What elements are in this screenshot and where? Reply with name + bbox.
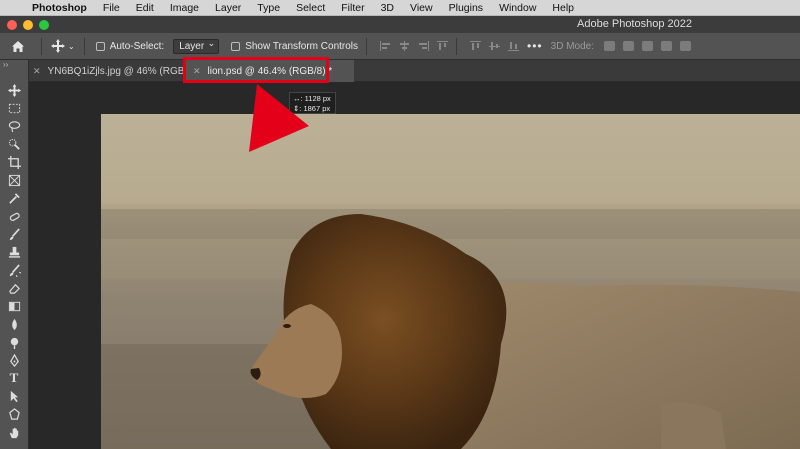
auto-select-target-dropdown[interactable]: Layer	[173, 38, 220, 54]
chevron-down-icon: ⌄	[68, 41, 75, 51]
path-selection-icon[interactable]	[4, 388, 24, 404]
zoom-window-button[interactable]	[39, 19, 49, 30]
menu-edit[interactable]: Edit	[128, 2, 162, 14]
align-right-icon[interactable]	[418, 41, 430, 51]
align-center-icon[interactable]	[399, 41, 410, 51]
3d-slide-icon[interactable]	[661, 41, 672, 51]
menu-view[interactable]: View	[402, 2, 441, 14]
dodge-icon[interactable]	[4, 334, 24, 350]
3d-roll-icon[interactable]	[623, 41, 634, 51]
rectangular-marquee-icon[interactable]	[4, 100, 24, 116]
show-transform-controls-label: Show Transform Controls	[245, 40, 359, 52]
lasso-icon[interactable]	[4, 118, 24, 134]
move-tool-preset-picker[interactable]: ⌄	[51, 39, 75, 53]
pen-icon[interactable]	[4, 352, 24, 368]
menu-file[interactable]: File	[95, 2, 128, 14]
tools-panel: ›› T	[0, 60, 29, 449]
menu-layer[interactable]: Layer	[207, 2, 249, 14]
blur-icon[interactable]	[4, 316, 24, 332]
window-title-bar: Adobe Photoshop 2022	[0, 16, 800, 33]
menu-type[interactable]: Type	[249, 2, 288, 14]
align-vertical-centers-icon[interactable]	[489, 41, 501, 51]
3d-video-camera-icon[interactable]	[680, 41, 691, 51]
eyedropper-icon[interactable]	[4, 190, 24, 206]
history-brush-icon[interactable]	[4, 262, 24, 278]
document-tab-bar: ✕ YN6BQ1iZjls.jpg @ 46% (RGB/8) ✕ lion.p…	[29, 60, 800, 82]
close-window-button[interactable]	[7, 19, 17, 30]
window-title: Adobe Photoshop 2022	[577, 18, 692, 30]
auto-select-label: Auto-Select:	[109, 40, 165, 52]
gradient-icon[interactable]	[4, 298, 24, 314]
tab-label: YN6BQ1iZjls.jpg @ 46% (RGB/8)	[47, 65, 197, 77]
3d-mode-label: 3D Mode:	[550, 40, 594, 52]
home-icon	[12, 40, 24, 52]
close-tab-icon[interactable]: ✕	[33, 66, 41, 77]
3d-orbit-icon[interactable]	[604, 41, 615, 51]
frame-icon[interactable]	[4, 172, 24, 188]
align-top-icon[interactable]	[437, 41, 449, 51]
menu-photoshop[interactable]: Photoshop	[28, 2, 95, 14]
align-bottom-edges-icon[interactable]	[508, 41, 520, 51]
brush-icon[interactable]	[4, 226, 24, 242]
macos-menu-bar: Photoshop File Edit Image Layer Type Sel…	[0, 0, 800, 16]
3d-drag-icon[interactable]	[642, 41, 653, 51]
menu-3d[interactable]: 3D	[373, 2, 402, 14]
options-bar: ⌄ Auto-Select: Layer Show Transform Cont…	[0, 33, 800, 60]
move-tool-icon[interactable]	[4, 82, 24, 98]
tab-highlight-box	[183, 57, 329, 83]
spot-healing-brush-icon[interactable]	[4, 208, 24, 224]
crop-icon[interactable]	[4, 154, 24, 170]
align-top-edges-icon[interactable]	[470, 41, 482, 51]
panel-collapse-grip[interactable]: ››	[0, 60, 28, 70]
distribute-buttons-group	[470, 41, 520, 51]
shape-icon[interactable]	[4, 406, 24, 422]
align-buttons-group	[380, 41, 449, 51]
quick-selection-icon[interactable]	[4, 136, 24, 152]
show-transform-controls-checkbox[interactable]	[231, 41, 241, 51]
auto-select-checkbox[interactable]	[95, 41, 105, 51]
type-icon[interactable]: T	[4, 370, 24, 386]
menu-help[interactable]: Help	[544, 2, 582, 14]
home-button[interactable]	[0, 40, 36, 53]
red-arrow-annotation	[249, 84, 309, 152]
hand-icon[interactable]	[4, 424, 24, 440]
menu-filter[interactable]: Filter	[333, 2, 372, 14]
more-options-button[interactable]: •••	[527, 39, 543, 53]
clone-stamp-icon[interactable]	[4, 244, 24, 260]
tab-yn6bq1izjls[interactable]: ✕ YN6BQ1iZjls.jpg @ 46% (RGB/8)	[33, 60, 196, 82]
menu-image[interactable]: Image	[162, 2, 207, 14]
menu-window[interactable]: Window	[491, 2, 544, 14]
menu-plugins[interactable]: Plugins	[441, 2, 491, 14]
lion-photo[interactable]	[101, 114, 800, 449]
align-left-icon[interactable]	[380, 41, 391, 51]
menu-select[interactable]: Select	[288, 2, 333, 14]
move-icon	[51, 39, 65, 53]
eraser-icon[interactable]	[4, 280, 24, 296]
minimize-window-button[interactable]	[23, 19, 33, 30]
